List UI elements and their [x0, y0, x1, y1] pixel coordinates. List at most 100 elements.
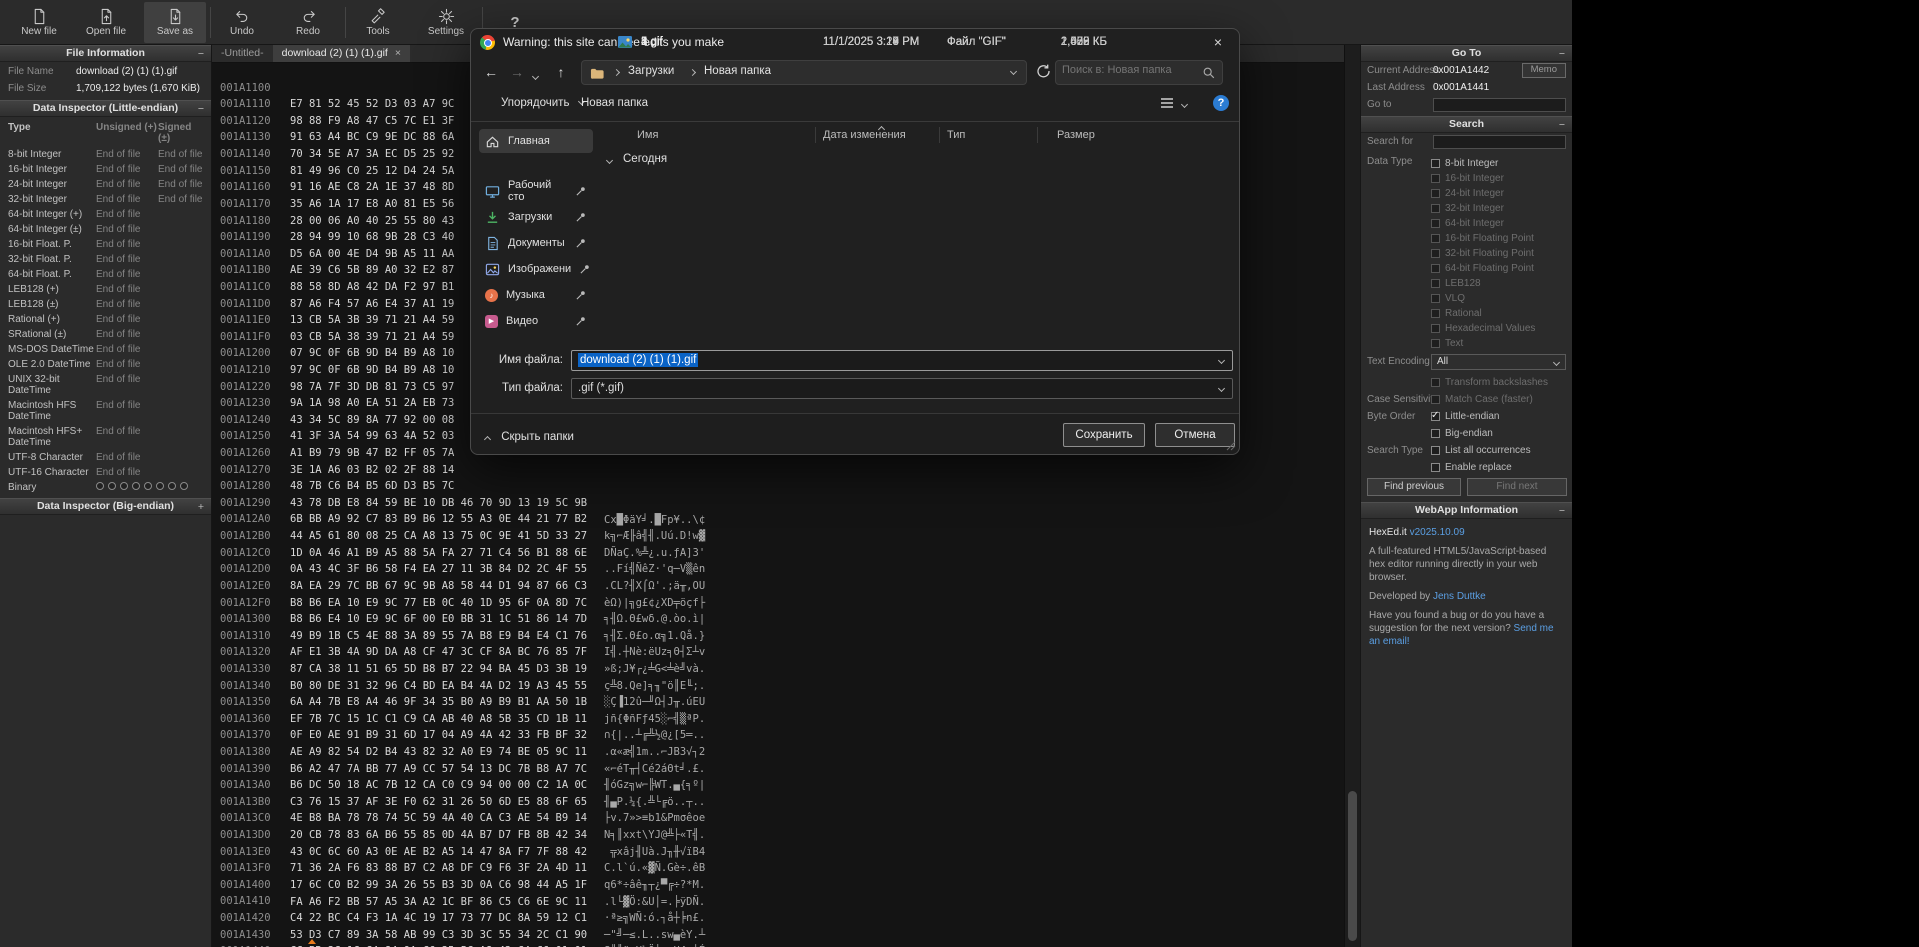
tools-button[interactable]: Tools — [352, 2, 404, 43]
view-button[interactable] — [1159, 95, 1189, 114]
big-endian-checkbox[interactable]: Big-endian — [1431, 426, 1493, 441]
column-header-size[interactable]: Размер — [1057, 129, 1095, 141]
data-type-option[interactable]: 64-bit Integer — [1431, 216, 1568, 231]
sidebar-item-documents[interactable]: Документы — [479, 231, 593, 255]
list-all-occurrences-checkbox[interactable]: List all occurrences — [1431, 443, 1531, 458]
collapse-icon[interactable]: − — [198, 47, 204, 62]
collapse-icon[interactable]: − — [1559, 118, 1565, 133]
expand-icon[interactable]: + — [198, 500, 204, 515]
file-row[interactable]: 1.gif 11/1/2025 3:14 PM Файл "GIF" 2,522… — [603, 29, 1231, 55]
save-as-icon — [170, 8, 180, 25]
data-type-option[interactable]: 8-bit Integer — [1431, 156, 1568, 171]
settings-button[interactable]: Settings — [416, 2, 476, 43]
data-type-option[interactable]: 16-bit Floating Point — [1431, 231, 1568, 246]
search-for-input[interactable] — [1433, 135, 1566, 149]
data-type-option[interactable]: VLQ — [1431, 291, 1568, 306]
file-type: Файл "GIF" — [947, 36, 1006, 48]
checkbox-icon — [1431, 234, 1440, 243]
dialog-help-icon[interactable]: ? — [1213, 95, 1229, 111]
pin-icon — [576, 213, 585, 222]
chevron-down-icon[interactable] — [1217, 356, 1226, 365]
column-header-name[interactable]: Имя — [637, 129, 658, 141]
search-box[interactable] — [1055, 60, 1223, 85]
scrollbar-thumb[interactable] — [1348, 791, 1357, 941]
search-header[interactable]: Search − — [1361, 116, 1572, 133]
undo-button[interactable]: Undo — [216, 2, 268, 43]
collapse-icon[interactable]: − — [1559, 47, 1565, 62]
match-case-checkbox[interactable]: Match Case (faster) — [1431, 392, 1533, 407]
sidebar-item-desktop[interactable]: Рабочий сто — [479, 179, 593, 203]
inspector-type: Macintosh HFS+ DateTime — [8, 426, 83, 448]
column-header-type[interactable]: Тип — [947, 129, 965, 141]
version-link[interactable]: v2025.10.09 — [1410, 527, 1465, 538]
collapse-icon[interactable]: − — [1559, 504, 1565, 519]
data-type-option[interactable]: 16-bit Integer — [1431, 171, 1568, 186]
up-icon[interactable]: ↑ — [549, 60, 573, 84]
breadcrumb[interactable]: Загрузки Новая папка — [581, 60, 1027, 85]
selection-handle[interactable] — [308, 939, 316, 945]
data-inspector-be-header[interactable]: Data Inspector (Big-endian) + — [0, 498, 211, 515]
filename-combobox[interactable]: download (2) (1) (1).gif — [571, 350, 1233, 371]
hex-scrollbar[interactable] — [1344, 45, 1360, 947]
data-type-option[interactable]: LEB128 — [1431, 276, 1568, 291]
data-type-option[interactable]: Text — [1431, 336, 1568, 351]
find-next-button[interactable]: Find next — [1467, 478, 1567, 496]
hex-ascii[interactable]: S╙╟ë:X½Ö├=<U4,┴É — [604, 943, 705, 947]
breadcrumb-new-folder[interactable]: Новая папка — [704, 65, 771, 77]
goto-input[interactable] — [1433, 98, 1566, 112]
tab-untitled[interactable]: -Untitled- — [212, 45, 273, 62]
enable-replace-checkbox[interactable]: Enable replace — [1431, 460, 1512, 475]
webapp-info-header[interactable]: WebApp Information − — [1361, 502, 1572, 519]
column-header-date[interactable]: Дата изменения — [823, 129, 906, 141]
tab-file[interactable]: download (2) (1) (1).gif × — [272, 45, 410, 62]
filename-value[interactable]: download (2) (1) (1).gif — [578, 353, 699, 367]
forward-icon[interactable]: → — [505, 60, 529, 84]
save-button[interactable]: Сохранить — [1063, 423, 1145, 447]
collapse-icon[interactable]: − — [198, 102, 204, 117]
hex-bytes[interactable]: CC BB 2C 1C C4 84 9A C6 35 5C A8 43 C4 C… — [290, 943, 587, 947]
data-type-option[interactable]: 32-bit Floating Point — [1431, 246, 1568, 261]
sidebar-item-pictures[interactable]: Изображени — [479, 257, 593, 281]
search-input[interactable] — [1062, 64, 1192, 76]
data-inspector-le-header[interactable]: Data Inspector (Little-endian) − — [0, 100, 211, 117]
inspector-binary-label: Binary — [8, 482, 37, 493]
sidebar-item-videos[interactable]: Видео — [479, 309, 593, 333]
memo-button[interactable]: Memo — [1521, 63, 1566, 78]
text-encoding-select[interactable]: All — [1431, 354, 1566, 370]
find-previous-button[interactable]: Find previous — [1367, 478, 1461, 496]
data-type-option[interactable]: 32-bit Integer — [1431, 201, 1568, 216]
hex-row: 001A13C0 20 CB 78 83 6A B6 55 85 0D 4A B… — [212, 794, 1344, 857]
sidebar-item-music[interactable]: Музыка — [479, 283, 593, 307]
little-endian-checkbox[interactable]: Little-endian — [1431, 409, 1499, 424]
file-information-header[interactable]: File Information − — [0, 45, 211, 62]
new-file-button[interactable]: New file — [10, 2, 68, 43]
data-type-option[interactable]: Hexadecimal Values — [1431, 321, 1568, 336]
cancel-button[interactable]: Отмена — [1155, 423, 1235, 447]
save-as-button[interactable]: Save as — [144, 2, 206, 43]
goto-title: Go To — [1451, 47, 1482, 59]
open-file-button[interactable]: Open file — [76, 2, 136, 43]
new-folder-button[interactable]: Новая папка — [581, 97, 648, 109]
refresh-icon[interactable] — [1035, 63, 1051, 82]
group-header-today[interactable]: Сегодня — [623, 153, 667, 165]
back-icon[interactable]: ← — [479, 60, 503, 84]
developer-link[interactable]: Jens Duttke — [1433, 591, 1486, 602]
chevron-down-icon[interactable] — [1009, 67, 1018, 76]
close-tab-icon[interactable]: × — [395, 47, 401, 59]
group-chevron-icon[interactable] — [605, 156, 614, 165]
data-type-option[interactable]: 64-bit Floating Point — [1431, 261, 1568, 276]
data-type-option[interactable]: Rational — [1431, 306, 1568, 321]
recent-locations-icon[interactable] — [531, 70, 540, 82]
sidebar-item-downloads[interactable]: Загрузки — [479, 205, 593, 229]
organize-menu[interactable]: Упорядочить — [501, 97, 585, 109]
transform-backslashes-checkbox[interactable]: Transform backslashes — [1431, 375, 1548, 390]
redo-button[interactable]: Redo — [282, 2, 334, 43]
resize-grip[interactable] — [1226, 441, 1236, 451]
sidebar-item-home[interactable]: Главная — [479, 129, 593, 153]
hide-folders-button[interactable]: Скрыть папки — [483, 431, 574, 444]
breadcrumb-downloads[interactable]: Загрузки — [628, 65, 674, 77]
goto-header[interactable]: Go To − — [1361, 45, 1572, 62]
filetype-combobox[interactable]: .gif (*.gif) — [571, 378, 1233, 399]
data-type-option[interactable]: 24-bit Integer — [1431, 186, 1568, 201]
chevron-down-icon[interactable] — [1217, 384, 1226, 393]
